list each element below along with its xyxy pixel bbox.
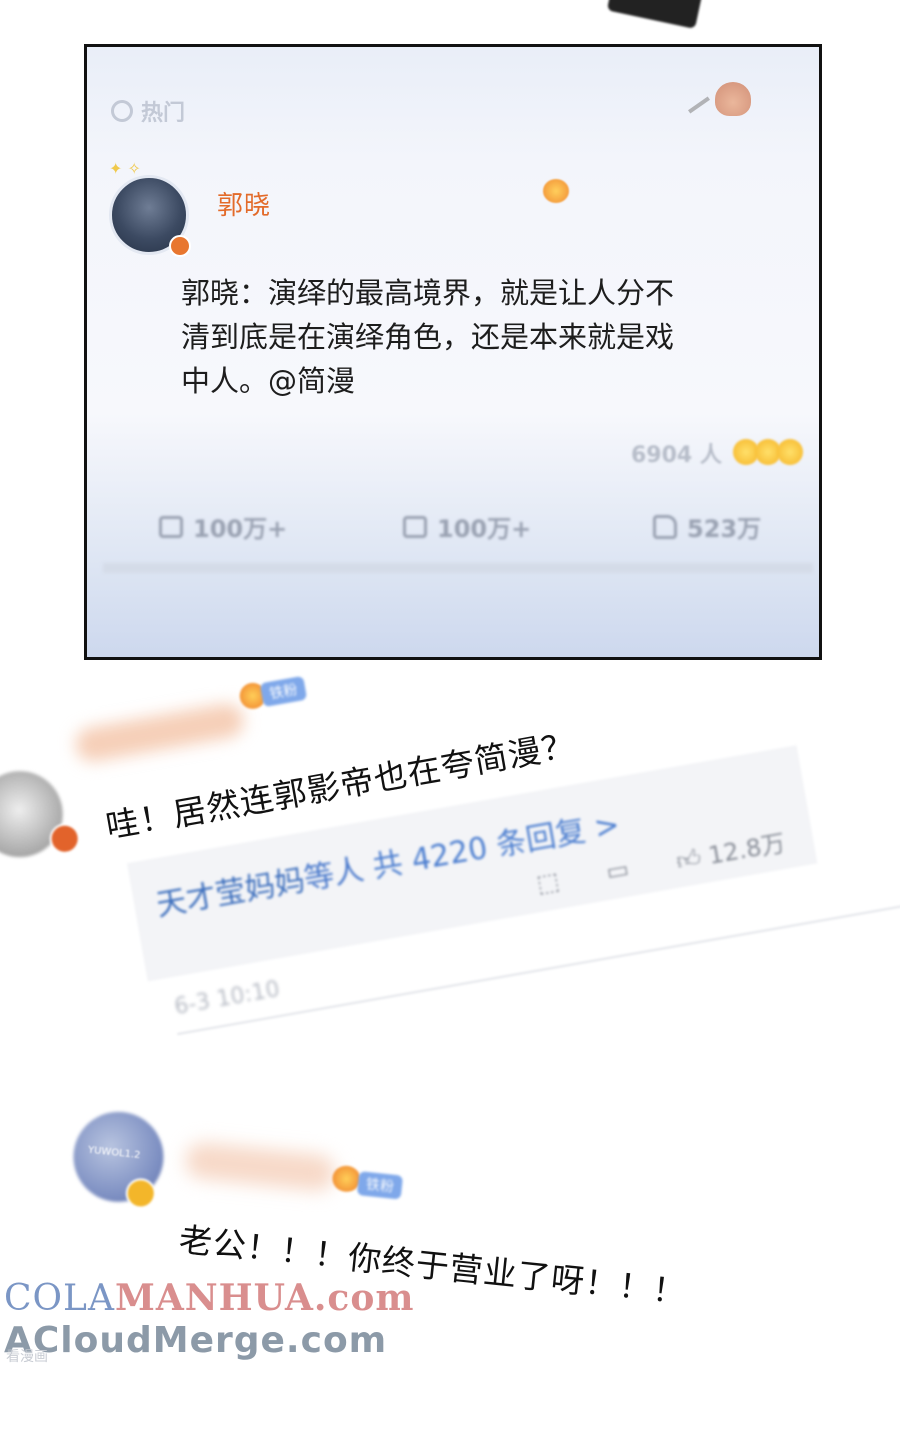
like-button[interactable]: 👍︎ 12.8万 — [673, 823, 788, 877]
decor-stick — [688, 96, 710, 114]
fan-tag: 铁粉 — [259, 675, 308, 708]
author-avatar[interactable]: ✦ ✧ — [109, 159, 191, 257]
reply-users-suffix: 等人 — [301, 852, 367, 898]
like-button[interactable]: 523万 — [653, 509, 761, 544]
post-action-bar: 100万+ 100万+ 523万 — [87, 509, 819, 549]
comment-count: 100万+ — [437, 515, 532, 543]
cry-laugh-emoji-icon — [777, 439, 803, 465]
comment-time: 6-3 10:10 — [172, 976, 282, 1020]
sparkle-icon: ✦ ✧ — [109, 159, 141, 178]
weibo-post-card: 热门 ✦ ✧ 郭晓 郭晓：演绎的最高境界，就是让人分不清到底是在演绎角色，还是本… — [84, 44, 822, 660]
commenter-name-blurred[interactable] — [73, 701, 247, 765]
watermark-line-2: ACloudMerge.com — [4, 1320, 388, 1361]
watermark-line-3: 看漫画 — [6, 1349, 48, 1365]
corner-device-shadow — [606, 0, 704, 29]
post-body: 郭晓：演绎的最高境界，就是让人分不清到底是在演绎角色，还是本来就是戏中人。@简漫 — [181, 276, 675, 398]
comment-icon — [403, 515, 427, 538]
repost-count: 100万+ — [193, 515, 288, 543]
watermark-line-1: COLAMANHUA.com — [4, 1280, 414, 1317]
like-count: 12.8万 — [706, 828, 788, 870]
hot-tab[interactable]: 热门 — [111, 95, 185, 127]
commenter-name-blurred[interactable] — [183, 1140, 337, 1193]
repost-icon — [159, 515, 183, 538]
watermark-cola: COLA — [4, 1278, 115, 1319]
verified-badge-icon — [169, 235, 191, 257]
thumbs-up-icon — [653, 514, 677, 539]
author-name[interactable]: 郭晓 — [217, 185, 271, 222]
comment-button[interactable]: 100万+ — [403, 509, 531, 544]
reply-icon[interactable]: ▭ — [604, 854, 631, 886]
decor-pot-icon — [715, 82, 751, 116]
repost-button[interactable]: 100万+ — [159, 509, 287, 544]
like-count: 523万 — [687, 515, 762, 543]
hot-tab-label: 热门 — [141, 101, 186, 126]
vip-crown-icon — [543, 179, 569, 203]
watermark-manhua: MANHUA.com — [114, 1277, 415, 1319]
watermark: COLAMANHUA.com ACloudMerge.com — [4, 1280, 414, 1359]
fan-tag: 铁粉 — [356, 1171, 404, 1200]
hot-icon — [111, 100, 133, 122]
reaction-emojis[interactable] — [733, 439, 803, 465]
reaction-count: 6904 人 — [631, 443, 722, 468]
share-icon[interactable]: ⬚ — [534, 866, 561, 898]
reply-user-name[interactable]: 天才莹妈妈 — [154, 863, 308, 924]
card-divider — [103, 563, 813, 573]
thumbs-up-icon: 👍︎ — [673, 843, 704, 876]
